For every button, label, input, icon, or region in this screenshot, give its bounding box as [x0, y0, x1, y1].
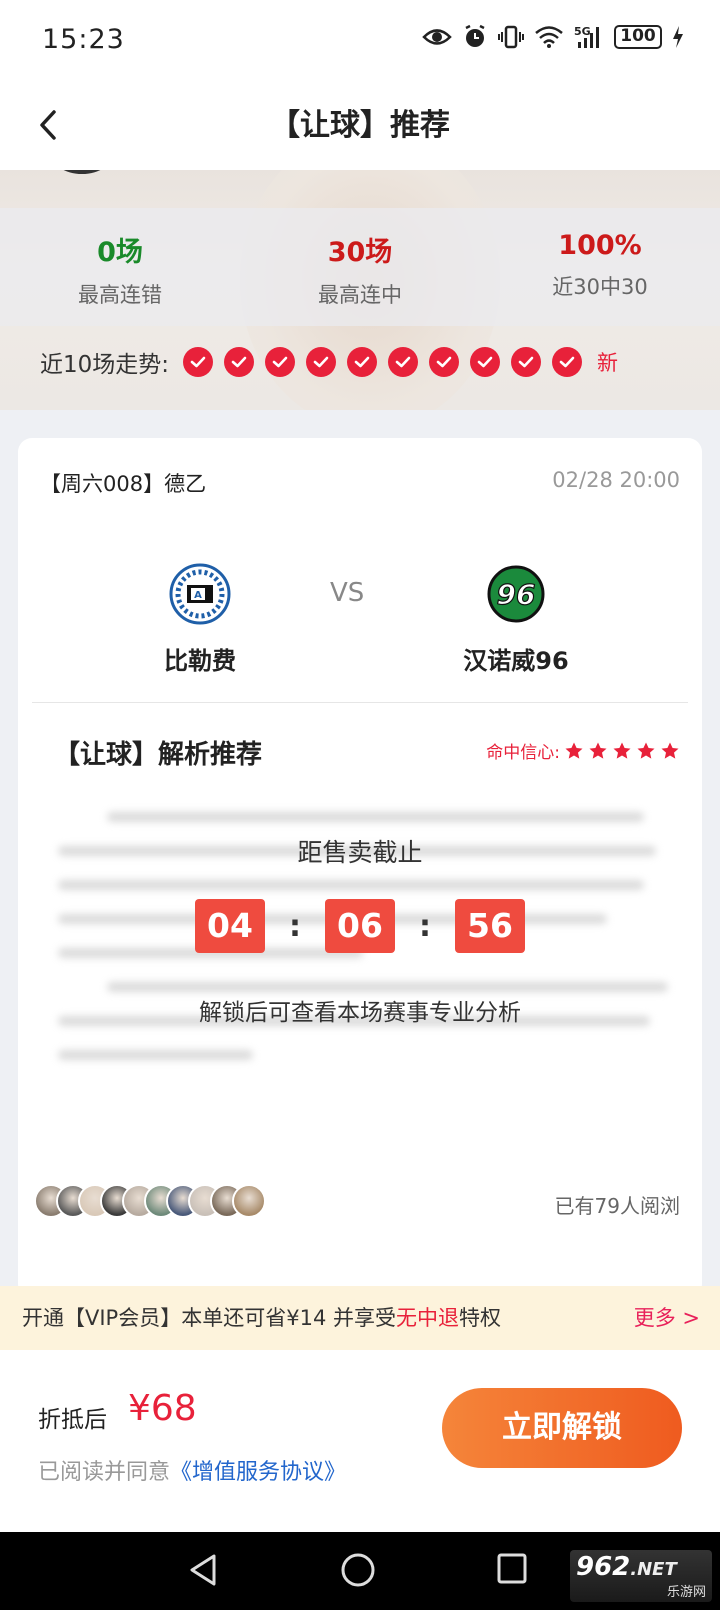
- battery-icon: 100: [614, 25, 662, 49]
- status-icons: 5G 100: [422, 24, 684, 50]
- match-card: 【周六008】德乙 02/28 20:00 A 比勒费 VS 96 汉诺威96 …: [18, 438, 702, 1298]
- star-icon: [565, 742, 583, 759]
- stat-hit-rate: 100% 近30中30: [480, 230, 720, 301]
- star-icon: [661, 742, 679, 759]
- stats-panel: 0场 最高连错 30场 最高连中 100% 近30中30: [0, 208, 720, 326]
- recent-trend: 近10场走势: 新: [40, 345, 618, 379]
- trend-hit-icon: [388, 347, 419, 377]
- trend-hit-icon: [552, 347, 583, 377]
- nav-bar: 【让球】推荐: [0, 82, 720, 170]
- price-value: ¥68: [128, 1388, 197, 1429]
- away-team-logo: 96: [485, 563, 547, 625]
- vip-highlight: 无中退: [395, 1306, 459, 1330]
- svg-text:96: 96: [497, 578, 536, 611]
- status-time: 15:23: [42, 24, 125, 55]
- home-team-logo: A: [169, 563, 231, 625]
- trend-hit-icon: [183, 347, 214, 377]
- countdown-minutes: 06: [325, 899, 395, 953]
- star-icon: [589, 742, 607, 759]
- trend-hit-icon: [347, 347, 378, 377]
- stat-label: 近30中30: [552, 275, 648, 299]
- read-count: 已有79人阅浏: [554, 1194, 680, 1218]
- home-team: A 比勒费: [90, 563, 310, 676]
- star-icon: [637, 742, 655, 759]
- countdown-seconds: 56: [455, 899, 525, 953]
- trend-dots: [183, 347, 593, 377]
- stat-max-win-streak: 30场 最高连中: [240, 230, 480, 309]
- charging-icon: [673, 26, 683, 48]
- away-team-name: 汉诺威96: [463, 647, 569, 675]
- unlock-button[interactable]: 立即解锁: [442, 1388, 682, 1468]
- confidence-rating: 命中信心:: [486, 738, 680, 763]
- trend-hit-icon: [306, 347, 337, 377]
- stat-value: 100%: [558, 230, 642, 261]
- expert-header: 0场 最高连错 30场 最高连中 100% 近30中30 近10场走势: 新: [0, 170, 720, 410]
- site-watermark: 962.NET 乐游网: [570, 1550, 712, 1602]
- price-label: 折抵后: [38, 1407, 107, 1433]
- vip-promo-text: 开通【VIP会员】本单还可省¥14 并享受无中退特权: [22, 1306, 501, 1330]
- stat-label: 最高连中: [318, 283, 402, 307]
- agreement-link[interactable]: 《增值服务协议》: [170, 1460, 346, 1485]
- vip-more-link[interactable]: 更多 >: [634, 1302, 700, 1332]
- svg-text:A: A: [194, 590, 202, 601]
- home-circle-icon[interactable]: [340, 1552, 376, 1588]
- vibrate-icon: [498, 25, 524, 49]
- home-team-name: 比勒费: [164, 647, 236, 675]
- star-icon: [613, 742, 631, 759]
- eye-icon: [422, 29, 452, 45]
- confidence-label: 命中信心:: [486, 743, 560, 763]
- alarm-icon: [465, 24, 485, 47]
- recents-square-icon[interactable]: [496, 1552, 528, 1586]
- expert-avatar[interactable]: [50, 170, 114, 174]
- match-datetime: 02/28 20:00: [552, 468, 680, 492]
- confidence-stars: [560, 741, 680, 761]
- analysis-title: 【让球】解析推荐: [54, 740, 263, 770]
- trend-hit-icon: [429, 347, 460, 377]
- trend-label: 近10场走势:: [40, 352, 170, 378]
- watermark-sub: 乐游网: [666, 1585, 706, 1600]
- back-triangle-icon[interactable]: [186, 1552, 220, 1588]
- reader-avatars: [34, 1184, 294, 1218]
- countdown-hours: 04: [195, 899, 265, 953]
- countdown-title: 距售卖截止: [297, 838, 423, 867]
- status-bar: 15:23 5G 100: [0, 0, 720, 82]
- signal-icon: 5G: [574, 25, 599, 48]
- stat-label: 最高连错: [78, 283, 162, 307]
- trend-hit-icon: [265, 347, 296, 377]
- trend-hit-icon: [470, 347, 501, 377]
- locked-overlay: 距售卖截止 04 : 06 : 56 解锁后可查看本场赛事专业分析: [18, 833, 702, 1027]
- watermark-brand: 962.NET: [576, 1552, 677, 1582]
- agreement-text: 已阅读并同意《增值服务协议》: [38, 1460, 347, 1485]
- reader-avatar: [232, 1184, 266, 1218]
- unlock-hint: 解锁后可查看本场赛事专业分析: [199, 1000, 521, 1026]
- vs-label: VS: [330, 578, 365, 608]
- stat-max-loss-streak: 0场 最高连错: [0, 230, 240, 309]
- system-nav-bar: 962.NET 乐游网: [0, 1532, 720, 1610]
- purchase-bar: 折抵后 ¥68 已阅读并同意《增值服务协议》 立即解锁: [0, 1350, 720, 1532]
- stat-value: 0场: [97, 237, 143, 268]
- trend-new-label: 新: [597, 351, 619, 375]
- countdown-separator: :: [419, 908, 431, 944]
- page-title: 【让球】推荐: [270, 108, 450, 143]
- away-team: 96 汉诺威96: [406, 563, 626, 676]
- countdown-timer: 04 : 06 : 56: [18, 899, 702, 953]
- stat-value: 30场: [327, 237, 393, 268]
- vip-banner[interactable]: 开通【VIP会员】本单还可省¥14 并享受无中退特权 更多 >: [0, 1286, 720, 1350]
- svg-text:5G: 5G: [574, 25, 591, 38]
- match-league: 【周六008】德乙: [40, 472, 207, 496]
- trend-hit-icon: [511, 347, 542, 377]
- divider: [32, 702, 688, 703]
- wifi-icon: [535, 26, 563, 48]
- trend-hit-icon: [224, 347, 255, 377]
- countdown-separator: :: [289, 908, 301, 944]
